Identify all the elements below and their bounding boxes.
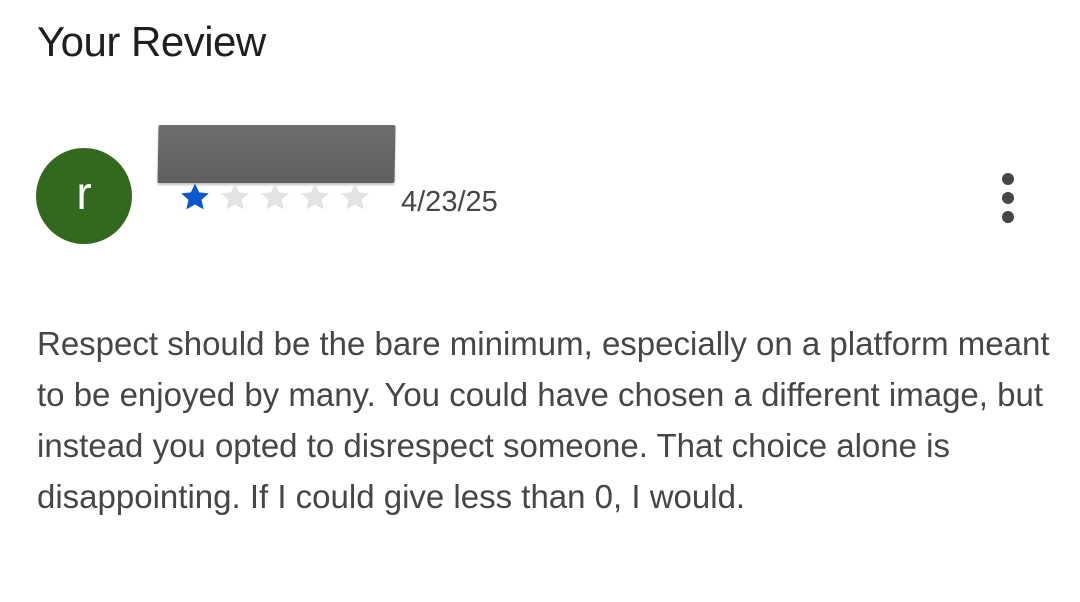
star-filled-icon <box>181 183 209 210</box>
redacted-username <box>157 125 396 183</box>
star-empty-icon <box>341 183 369 210</box>
star-empty-icon <box>221 183 249 210</box>
review-header: r 4/23/25 <box>0 120 1080 250</box>
avatar[interactable]: r <box>36 148 132 244</box>
star-rating <box>178 180 372 214</box>
review-text: Respect should be the bare minimum, espe… <box>37 325 1050 515</box>
star-empty-icon <box>301 183 329 210</box>
dot <box>1002 211 1014 223</box>
star-empty-icon <box>261 183 289 210</box>
review-date: 4/23/25 <box>401 186 498 218</box>
more-vert-icon[interactable] <box>990 168 1026 228</box>
dot <box>1002 173 1014 185</box>
page-title: Your Review <box>37 18 266 65</box>
dot <box>1002 192 1014 204</box>
